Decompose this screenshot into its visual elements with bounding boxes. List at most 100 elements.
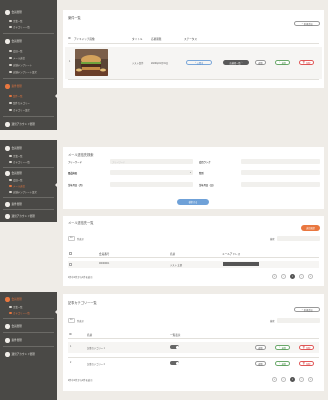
- sidebar-group[interactable]: 運営アカウント管理: [5, 122, 35, 127]
- visibility-toggle[interactable]: [170, 345, 179, 349]
- edit-button[interactable]: ✎ 編集: [275, 60, 290, 65]
- panel-title: メール送信先検索: [68, 153, 94, 157]
- sidebar-group[interactable]: 運営アカウント管理: [5, 214, 35, 219]
- account-icon: [5, 214, 10, 219]
- rank-select[interactable]: [241, 159, 320, 164]
- page-prev[interactable]: ‹: [281, 274, 286, 279]
- col-header: 名前: [170, 253, 176, 256]
- sidebar-item[interactable]: カテゴリー設定: [9, 108, 30, 112]
- search-input[interactable]: [277, 236, 320, 241]
- new-button[interactable]: + 新規追加: [294, 307, 320, 312]
- search-input[interactable]: [277, 318, 320, 323]
- col-header: ID: [68, 37, 71, 40]
- search-button[interactable]: 検索する: [177, 199, 209, 205]
- sidebar-group[interactable]: 会員管理: [5, 10, 22, 15]
- bullet-icon: [9, 56, 12, 60]
- page-current[interactable]: 1: [290, 274, 295, 279]
- new-button[interactable]: + 新規追加: [294, 21, 320, 26]
- cell-email-redacted: [223, 262, 259, 266]
- bullet-icon: [9, 70, 12, 74]
- field-label: 会員ランク: [199, 162, 211, 164]
- per-page-select[interactable]: 50: [68, 318, 75, 323]
- sidebar-group[interactable]: 案件管理: [5, 202, 22, 207]
- select-all-checkbox[interactable]: [69, 252, 72, 255]
- bullet-icon: [9, 101, 12, 105]
- cases-panel: 案件一覧 + 新規追加 ID アイキャッチ画像 タイトル 応募期限 ステータス 1…: [63, 10, 324, 88]
- sidebar-item[interactable]: 店舗テンプレート設定: [9, 190, 37, 194]
- field-label: 生年月日（月）: [68, 185, 85, 187]
- sidebar-item[interactable]: 店舗テンプレート設定: [9, 70, 37, 74]
- sidebar-item[interactable]: 店舗テンプレート: [9, 63, 32, 67]
- page-next[interactable]: ›: [299, 274, 304, 279]
- visibility-toggle[interactable]: [170, 361, 179, 365]
- page-last[interactable]: »: [308, 377, 313, 382]
- sidebar-group-active[interactable]: 会員管理: [5, 297, 22, 302]
- gender-select[interactable]: [241, 170, 320, 175]
- trash-icon: 🗑: [302, 347, 306, 349]
- sidebar-item[interactable]: 企業一覧: [9, 305, 23, 309]
- sidebar-item-active[interactable]: カテゴリー一覧: [9, 311, 30, 315]
- sidebar-group[interactable]: 案件管理: [5, 338, 22, 343]
- sidebar-group-active[interactable]: 案件管理: [5, 84, 22, 89]
- send-confirm-button[interactable]: 送信確認: [301, 225, 320, 231]
- delete-button[interactable]: 🗑 削除: [299, 345, 314, 350]
- duplicate-button[interactable]: 複製: [255, 345, 266, 350]
- account-icon: [5, 122, 10, 127]
- delete-button[interactable]: 🗑 削除: [299, 60, 314, 65]
- birth-month-select[interactable]: [110, 182, 193, 187]
- page-last[interactable]: »: [308, 274, 313, 279]
- page-current[interactable]: 1: [290, 377, 295, 382]
- duplicate-button[interactable]: 複製: [255, 60, 266, 65]
- panel-title: メール送信先一覧: [68, 221, 94, 225]
- field-label: フリーワード: [68, 162, 82, 164]
- edit-button[interactable]: ✎ 編集: [275, 345, 290, 350]
- folder-icon: [5, 338, 10, 343]
- pencil-icon: ✎: [278, 62, 281, 64]
- sidebar-group[interactable]: 会員管理: [5, 171, 22, 176]
- row-checkbox[interactable]: [69, 263, 72, 266]
- sidebar-item[interactable]: 会員一覧: [9, 49, 23, 53]
- duplicate-button[interactable]: 複製: [255, 361, 266, 366]
- sidebar-item-active[interactable]: メール送信: [9, 184, 25, 188]
- page-first[interactable]: «: [272, 377, 277, 382]
- chevron-down-icon: ▾: [189, 172, 191, 174]
- delete-button[interactable]: 🗑 削除: [299, 361, 314, 366]
- per-page-label: 件表示: [77, 239, 84, 241]
- sidebar-item[interactable]: カテゴリー一覧: [9, 25, 30, 29]
- bullet-icon: [9, 49, 12, 53]
- search-label: 検索: [270, 321, 275, 323]
- sidebar-group[interactable]: 会員管理: [5, 39, 22, 44]
- bullet-icon: [9, 311, 12, 315]
- sidebar-item[interactable]: 企業一覧: [9, 19, 23, 23]
- user-icon: [5, 10, 10, 15]
- page-first[interactable]: «: [272, 274, 277, 279]
- sidebar-item[interactable]: メール送信: [9, 56, 25, 60]
- sidebar-item[interactable]: 会員一覧: [9, 178, 23, 182]
- page-next[interactable]: ›: [299, 377, 304, 382]
- page-prev[interactable]: ‹: [281, 377, 286, 382]
- per-page-select[interactable]: 50: [68, 236, 75, 241]
- applicants-button[interactable]: 応募者一覧 ›: [223, 60, 249, 65]
- search-label: 検索: [270, 239, 275, 241]
- cell-number: 00000001: [99, 263, 110, 265]
- col-header: 応募期限: [151, 38, 162, 41]
- sidebar-item[interactable]: 企業一覧: [9, 154, 23, 158]
- sidebar-item[interactable]: 案件カテゴリー: [9, 101, 30, 105]
- cell-title: テスト案件: [132, 63, 144, 65]
- sidebar-item[interactable]: カテゴリー一覧: [9, 160, 30, 164]
- bullet-icon: [9, 25, 12, 29]
- bullet-icon: [9, 184, 12, 188]
- sidebar-group[interactable]: 会員管理: [5, 146, 22, 151]
- sidebar-group[interactable]: 運営アカウント管理: [5, 352, 35, 357]
- user-icon: [5, 146, 10, 151]
- user-icon: [5, 39, 10, 44]
- freeword-input[interactable]: フリーワード: [110, 159, 193, 164]
- birth-day-select[interactable]: [241, 182, 320, 187]
- account-icon: [5, 352, 10, 357]
- col-header: 一覧表示: [170, 334, 181, 337]
- edit-button[interactable]: ✎ 編集: [275, 361, 290, 366]
- sidebar-group[interactable]: 会員管理: [5, 324, 22, 329]
- prefecture-select[interactable]: ▾: [110, 170, 193, 175]
- status-badge[interactable]: ✓ 公開中: [186, 60, 212, 65]
- sidebar-item-active[interactable]: 案件一覧: [9, 94, 23, 98]
